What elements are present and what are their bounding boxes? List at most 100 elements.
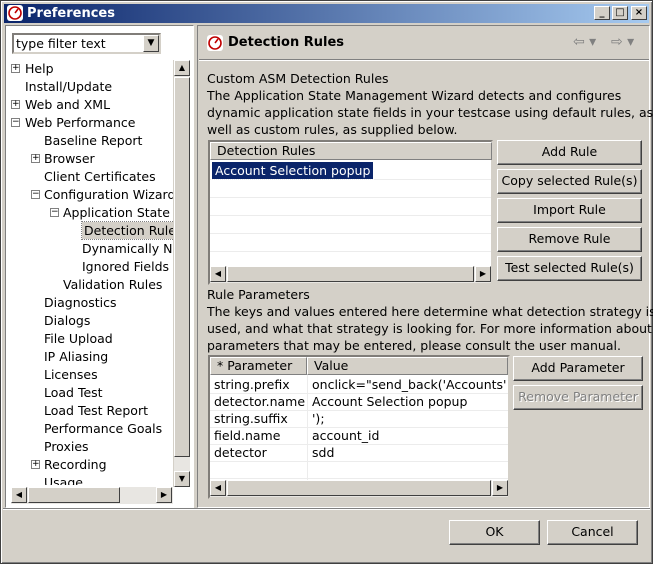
ok-button[interactable]: OK <box>449 520 540 545</box>
collapse-icon[interactable]: − <box>50 208 59 217</box>
minimize-button[interactable]: _ <box>594 6 610 20</box>
tree-item[interactable]: − Web Performance <box>11 114 174 131</box>
param-key-cell[interactable]: string.suffix <box>214 410 306 427</box>
row-line <box>210 251 491 252</box>
back-arrow-icon[interactable]: ⇦ ▾ <box>573 34 596 50</box>
param-key-cell[interactable]: field.name <box>214 427 306 444</box>
scroll-thumb[interactable] <box>227 266 474 282</box>
tree-item[interactable]: Detection Rule <box>11 221 174 240</box>
tree-item[interactable]: Proxies <box>11 438 174 455</box>
detection-rules-page: Detection Rules ⇦ ▾ ⇨ ▾ Custom ASM Detec… <box>197 25 653 508</box>
expand-icon[interactable]: + <box>31 154 40 163</box>
tree-item-label: Dynamically N <box>82 241 173 256</box>
row-line <box>210 233 491 234</box>
scroll-thumb[interactable] <box>174 77 190 457</box>
add-rule-button[interactable]: Add Rule <box>497 140 642 165</box>
row-line <box>210 197 491 198</box>
tree-item[interactable]: Performance Goals <box>11 420 174 437</box>
chevron-down-icon[interactable]: ▼ <box>143 35 159 52</box>
params-horizontal-scrollbar[interactable]: ◀ ▶ <box>210 480 508 497</box>
tree-item[interactable]: Client Certificates <box>11 168 174 185</box>
rule-parameters-table[interactable]: * Parameter Value string.prefix onclick=… <box>208 355 510 499</box>
forward-arrow-icon[interactable]: ⇨ ▾ <box>611 34 634 50</box>
param-key-cell[interactable]: detector.name <box>214 393 306 410</box>
preferences-window: Preferences _ □ × type filter text ▼ + He… <box>0 0 653 564</box>
maximize-button[interactable]: □ <box>612 6 628 20</box>
tree-item-label: Configuration Wizard <box>44 187 174 202</box>
add-parameter-button[interactable]: Add Parameter <box>513 356 643 381</box>
scroll-right-icon[interactable]: ▶ <box>492 480 508 496</box>
scroll-left-icon[interactable]: ◀ <box>210 480 226 496</box>
scroll-thumb[interactable] <box>227 480 491 496</box>
tree-item[interactable]: Licenses <box>11 366 174 383</box>
filter-combo[interactable]: type filter text ▼ <box>12 33 161 54</box>
tree-item[interactable]: Load Test Report <box>11 402 174 419</box>
param-value-cell[interactable]: Account Selection popup <box>312 393 507 410</box>
column-header-detection-rules[interactable]: Detection Rules <box>210 142 492 160</box>
tree-vertical-scrollbar[interactable]: ▲ ▼ <box>173 60 190 487</box>
scroll-right-icon[interactable]: ▶ <box>475 266 491 282</box>
expand-icon[interactable]: + <box>31 460 40 469</box>
tree-item-label: Diagnostics <box>44 295 117 310</box>
scroll-left-icon[interactable]: ◀ <box>210 266 226 282</box>
tree-item[interactable]: − Configuration Wizard <box>11 186 174 203</box>
tree-item-label: Licenses <box>44 367 98 382</box>
collapse-icon[interactable]: − <box>11 118 20 127</box>
copy-selected-rules-button[interactable]: Copy selected Rule(s) <box>497 169 642 194</box>
tree-item[interactable]: + Browser <box>11 150 174 167</box>
params-heading: Rule Parameters <box>207 287 310 302</box>
tree-item[interactable]: Load Test <box>11 384 174 401</box>
tree-item[interactable]: + Recording <box>11 456 174 473</box>
param-key-cell[interactable]: string.prefix <box>214 376 306 393</box>
param-key-cell[interactable]: detector <box>214 444 306 461</box>
test-selected-rules-button[interactable]: Test selected Rule(s) <box>497 256 642 281</box>
tree-item[interactable]: + Help <box>11 60 174 77</box>
tree-item[interactable]: Diagnostics <box>11 294 174 311</box>
tree-item-label: Proxies <box>44 439 89 454</box>
tree-item[interactable]: Validation Rules <box>11 276 174 293</box>
import-rule-button[interactable]: Import Rule <box>497 198 642 223</box>
expand-icon[interactable]: + <box>11 100 20 109</box>
window-title: Preferences <box>27 6 115 21</box>
param-value-cell[interactable]: onclick="send_back('Accounts',' <box>312 376 507 393</box>
tree-item[interactable]: Usage <box>11 474 174 485</box>
tree-item-label: Help <box>25 61 54 76</box>
scroll-up-icon[interactable]: ▲ <box>174 60 190 76</box>
tree-item-label: Baseline Report <box>44 133 143 148</box>
tree-item-label: Load Test Report <box>44 403 148 418</box>
tree-item[interactable]: Dynamically N <box>11 240 174 257</box>
close-button[interactable]: × <box>631 6 647 20</box>
scroll-down-icon[interactable]: ▼ <box>174 471 190 487</box>
tree-item[interactable]: File Upload <box>11 330 174 347</box>
tree-item[interactable]: Dialogs <box>11 312 174 329</box>
tree-item-label: Performance Goals <box>44 421 163 436</box>
column-header-parameter[interactable]: * Parameter <box>210 357 307 375</box>
param-value-cell[interactable]: sdd <box>312 444 507 461</box>
scroll-right-icon[interactable]: ▶ <box>156 487 172 503</box>
expand-icon[interactable]: + <box>11 64 20 73</box>
tree-item[interactable]: IP Aliasing <box>11 348 174 365</box>
collapse-icon[interactable]: − <box>31 190 40 199</box>
remove-rule-button[interactable]: Remove Rule <box>497 227 642 252</box>
scroll-thumb[interactable] <box>28 487 120 503</box>
rules-horizontal-scrollbar[interactable]: ◀ ▶ <box>210 266 491 283</box>
cancel-button[interactable]: Cancel <box>547 520 638 545</box>
column-header-value[interactable]: Value <box>307 357 508 375</box>
tree-item[interactable]: Ignored Fields <box>11 258 174 275</box>
scroll-left-icon[interactable]: ◀ <box>11 487 27 503</box>
tree-item[interactable]: Install/Update <box>11 78 174 95</box>
params-description-line: used, and what that strategy is looking … <box>207 321 652 336</box>
gauge-icon <box>207 35 223 51</box>
tree-item[interactable]: − Application State <box>11 204 174 221</box>
title-bar[interactable]: Preferences _ □ × <box>4 4 649 23</box>
tree-item[interactable]: + Web and XML <box>11 96 174 113</box>
filter-input[interactable]: type filter text <box>16 36 106 52</box>
param-value-cell[interactable]: '); <box>312 410 507 427</box>
param-value-cell[interactable]: account_id <box>312 427 507 444</box>
tree-horizontal-scrollbar[interactable]: ◀ ▶ <box>11 487 173 504</box>
table-row[interactable]: Account Selection popup <box>210 161 375 180</box>
tree-item[interactable]: Baseline Report <box>11 132 174 149</box>
tree-item-label: Validation Rules <box>63 277 163 292</box>
detection-rules-table[interactable]: Detection Rules Account Selection popup … <box>208 140 493 285</box>
footer-divider <box>3 508 650 510</box>
